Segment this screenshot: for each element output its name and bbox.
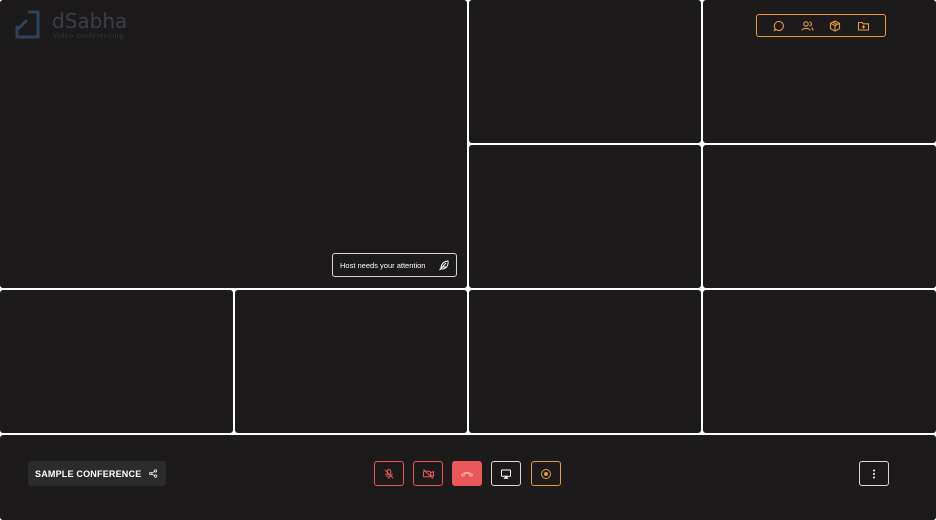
hang-up-button[interactable] xyxy=(452,461,482,486)
screen-share-button[interactable] xyxy=(491,461,521,486)
video-tile-7 xyxy=(235,290,467,433)
phone-end-icon xyxy=(460,471,474,477)
share-icon[interactable] xyxy=(149,468,158,479)
video-tile-5 xyxy=(703,145,936,288)
video-tile-main xyxy=(0,0,467,288)
video-off-icon xyxy=(422,468,434,479)
conference-name-badge[interactable]: SAMPLE CONFERENCE xyxy=(28,461,166,486)
video-tile-6 xyxy=(0,290,233,433)
camera-toggle-button[interactable] xyxy=(413,461,443,486)
mic-off-icon xyxy=(384,468,394,479)
chat-icon xyxy=(773,20,784,32)
logo-name: dSabha xyxy=(52,8,128,33)
conference-app: dSabha Video conferencing Host needs you… xyxy=(0,0,936,520)
record-button[interactable] xyxy=(531,461,561,486)
host-attention-notice[interactable]: Host needs your attention xyxy=(332,253,457,277)
package-button[interactable] xyxy=(827,18,843,34)
monitor-icon xyxy=(501,469,511,479)
video-tile-4 xyxy=(469,145,701,288)
participants-button[interactable] xyxy=(799,18,815,34)
record-icon xyxy=(541,468,551,479)
feather-icon xyxy=(439,260,449,271)
files-button[interactable] xyxy=(855,18,871,34)
logo-subtitle: Video conferencing xyxy=(53,32,124,40)
attention-text: Host needs your attention xyxy=(340,260,426,270)
more-options-button[interactable] xyxy=(859,461,889,486)
participants-icon xyxy=(800,20,814,31)
video-tile-9 xyxy=(703,290,936,433)
top-toolbar xyxy=(756,14,886,37)
logo-mark-icon xyxy=(15,10,40,39)
folder-icon xyxy=(857,21,869,31)
video-tile-8 xyxy=(469,290,701,433)
conference-name: SAMPLE CONFERENCE xyxy=(35,468,142,479)
mute-mic-button[interactable] xyxy=(374,461,404,486)
chat-button[interactable] xyxy=(771,18,787,34)
more-vertical-icon xyxy=(873,469,875,478)
video-tile-2 xyxy=(469,0,701,143)
package-icon xyxy=(829,19,841,32)
app-logo: dSabha Video conferencing xyxy=(14,10,127,40)
